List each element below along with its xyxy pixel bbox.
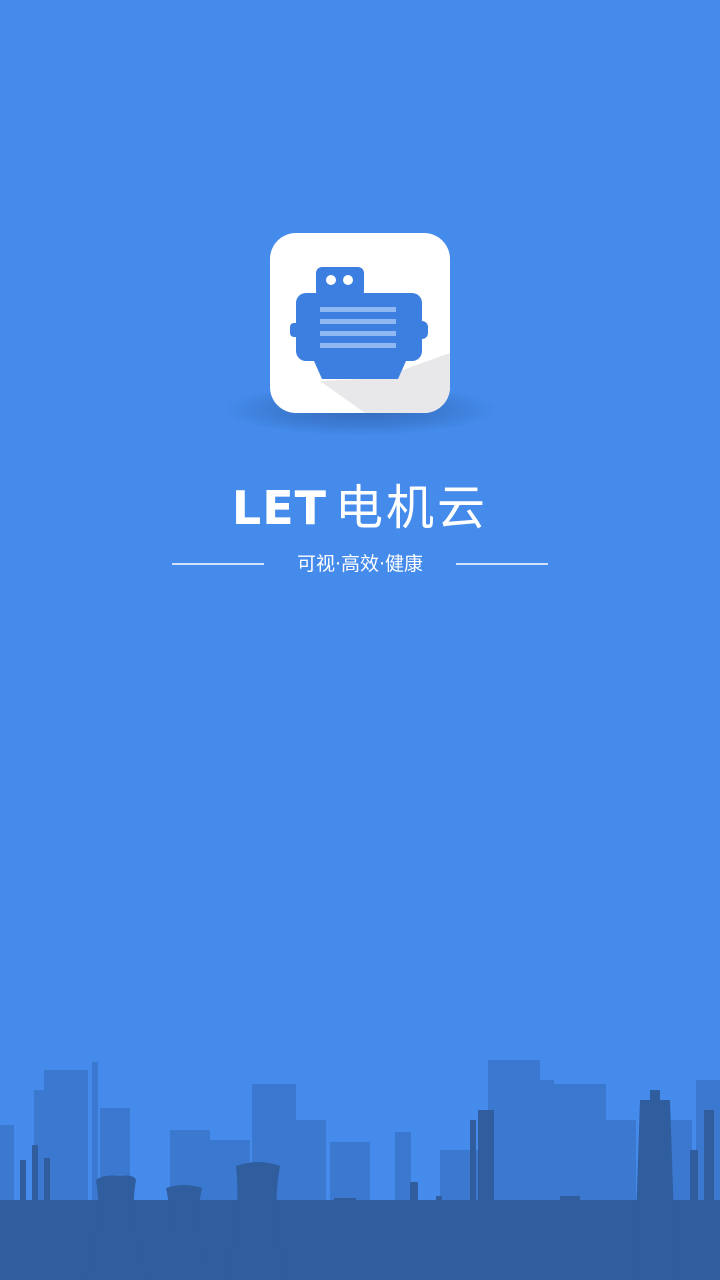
app-logo: [270, 233, 450, 413]
tagline: 可视·高效·健康: [0, 549, 720, 579]
logo-tile: [270, 233, 450, 413]
app-title: LET 电机云: [0, 478, 720, 538]
app-title-latin: LET: [231, 481, 328, 535]
industrial-skyline: [0, 1060, 720, 1280]
tagline-text: 可视·高效·健康: [296, 553, 424, 575]
app-title-cjk: 电机云: [335, 480, 489, 536]
splash-screen: LET 电机云 可视·高效·健康: [0, 0, 720, 1280]
electric-motor-icon: [290, 267, 450, 413]
tagline-divider-left: [172, 563, 264, 565]
tagline-divider-right: [456, 563, 548, 565]
